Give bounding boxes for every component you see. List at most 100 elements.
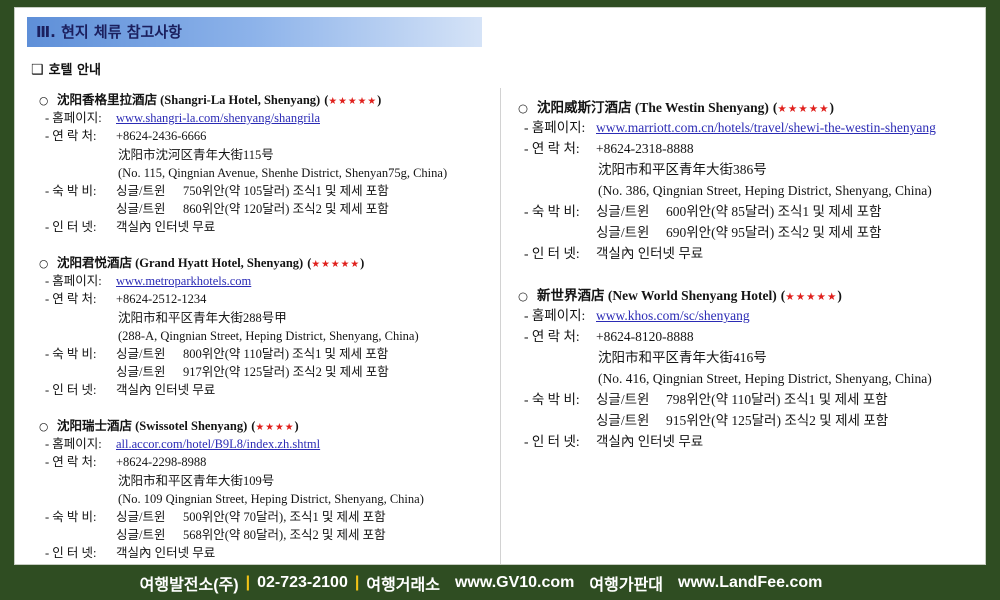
rate-row: 싱글/트윈 917위안(약 125달러) 조식2 및 제세 포함: [39, 363, 419, 381]
internet-row: - 인 터 넷: 객실內 인터넷 무료: [518, 432, 932, 453]
rate-label: - 숙 박 비:: [45, 509, 97, 524]
rate-label: - 숙 박 비:: [524, 391, 580, 407]
homepage-link[interactable]: all.accor.com/hotel/B9L8/index.zh.shtml: [116, 437, 320, 451]
homepage-link[interactable]: www.metroparkhotels.com: [116, 274, 251, 288]
homepage-link[interactable]: www.shangri-la.com/shenyang/shangrila: [116, 111, 320, 125]
rate-row: 싱글/트윈 860위안(약 120달러) 조식2 및 제세 포함: [39, 200, 447, 218]
rate-row: - 숙 박 비: 싱글/트윈 600위안(약 85달러) 조식1 및 제세 포함: [518, 202, 936, 223]
contact-row: - 연 락 처: +8624-2512-1234: [39, 290, 419, 308]
rate-detail: 798위안(약 110달러) 조식1 및 제세 포함: [666, 391, 888, 407]
hotel-name: 沈阳威斯汀酒店 (The Westin Shenyang): [537, 99, 769, 115]
footer-separator: |: [245, 574, 251, 591]
rate-label: - 숙 박 비:: [45, 346, 97, 361]
rating-close-paren: ): [377, 93, 382, 107]
address-english: (288-A, Qingnian Street, Heping District…: [118, 328, 419, 343]
internet-row: - 인 터 넷: 객실內 인터넷 무료: [39, 218, 447, 236]
rate-label: - 숙 박 비:: [524, 203, 580, 219]
address-chinese: 沈阳市和平区青年大街109号: [118, 473, 275, 488]
footer-banner: 여행발전소(주) | 02-723-2100 | 여행거래소 www.GV10.…: [0, 566, 1000, 600]
company-phone: 02-723-2100: [257, 574, 348, 591]
hotel-title-row: ○ 沈阳威斯汀酒店 (The Westin Shenyang) (★★★★★): [518, 98, 936, 119]
phone-number: +8624-2298-8988: [116, 455, 207, 470]
star-rating-icon: ★★★★★: [328, 96, 378, 107]
circle-bullet-icon: ○: [518, 100, 529, 115]
site-name-1: 여행거래소: [366, 577, 440, 594]
hotel-card-swissotel: ○ 沈阳瑞士酒店 (Swissotel Shenyang) (★★★★) - 홈페이…: [39, 417, 424, 563]
internet-row: - 인 터 넷: 객실內 인터넷 무료: [39, 544, 424, 562]
contact-row: - 연 락 처: +8624-2436-6666: [39, 127, 447, 145]
homepage-row: - 홈페이지: all.accor.com/hotel/B9L8/index.zh…: [39, 435, 424, 453]
contact-row: - 연 락 처: +8624-2318-8888: [518, 139, 936, 160]
contact-label: - 연 락 처:: [45, 129, 97, 144]
rate-row: 싱글/트윈 690위안(약 95달러) 조식2 및 제세 포함: [518, 223, 936, 244]
company-name: 여행발전소(주): [139, 577, 239, 594]
hotel-card-shangri-la: ○ 沈阳香格里拉酒店 (Shangri-La Hotel, Shenyang) (★…: [39, 91, 447, 237]
room-type: 싱글/트윈: [116, 365, 166, 380]
homepage-label: - 홈페이지:: [45, 111, 102, 126]
hotel-title-row: ○ 新世界酒店 (New World Shenyang Hotel) (★★★★★): [518, 286, 932, 307]
address-chinese: 沈阳市和平区青年大街288号甲: [118, 310, 287, 325]
rating-close-paren: ): [837, 287, 842, 303]
address-english: (No. 386, Qingnian Street, Heping Distri…: [598, 183, 932, 199]
rate-detail: 500위안(약 70달러), 조식1 및 제세 포함: [183, 509, 386, 524]
hotel-name: 新世界酒店 (New World Shenyang Hotel): [537, 287, 777, 303]
rate-detail: 800위안(약 110달러) 조식1 및 제세 포함: [183, 346, 389, 361]
room-type: 싱글/트윈: [596, 224, 650, 240]
room-type: 싱글/트윈: [596, 391, 650, 407]
hotel-title-row: ○ 沈阳君悦酒店 (Grand Hyatt Hotel, Shenyang) (★★…: [39, 254, 419, 272]
room-type: 싱글/트윈: [116, 202, 166, 217]
phone-number: +8624-8120-8888: [596, 329, 694, 345]
star-rating-icon: ★★★★★: [311, 259, 361, 270]
site-name-2: 여행가판대: [589, 577, 664, 594]
site-url-1: www.GV10.com: [454, 574, 575, 591]
site-url-2: www.LandFee.com: [678, 574, 823, 591]
subsection-heading: ❑ 호텔 안내: [31, 61, 101, 80]
internet-info: 객실內 인터넷 무료: [116, 220, 216, 235]
room-type: 싱글/트윈: [116, 528, 166, 543]
circle-bullet-icon: ○: [39, 420, 49, 433]
star-rating-icon: ★★★★★: [785, 290, 838, 303]
rate-detail: 690위안(약 95달러) 조식2 및 제세 포함: [666, 224, 882, 240]
homepage-label: - 홈페이지:: [524, 120, 586, 136]
circle-bullet-icon: ○: [39, 94, 49, 107]
room-type: 싱글/트윈: [116, 509, 166, 524]
internet-info: 객실內 인터넷 무료: [596, 433, 704, 449]
rate-detail: 568위안(약 80달러), 조식2 및 제세 포함: [183, 528, 386, 543]
rate-detail: 860위안(약 120달러) 조식2 및 제세 포함: [183, 202, 389, 217]
homepage-link[interactable]: www.khos.com/sc/shenyang: [596, 308, 750, 323]
rating-close-paren: ): [360, 256, 365, 270]
shadowed-square-icon: ❑: [31, 62, 44, 78]
room-type: 싱글/트윈: [596, 412, 650, 428]
column-divider: [500, 88, 501, 564]
hotel-title-row: ○ 沈阳瑞士酒店 (Swissotel Shenyang) (★★★★): [39, 417, 424, 435]
address-english: (No. 416, Qingnian Street, Heping Distri…: [598, 371, 932, 387]
page-title: Ⅲ. 현지 체류 참고사항: [36, 23, 182, 41]
address-chinese: 沈阳市和平区青年大街386号: [598, 162, 767, 178]
rate-row: - 숙 박 비: 싱글/트윈 750위안(약 105달러) 조식1 및 제세 포함: [39, 182, 447, 200]
contact-row: - 연 락 처: +8624-8120-8888: [518, 327, 932, 348]
homepage-row: - 홈페이지: www.khos.com/sc/shenyang: [518, 306, 932, 327]
room-type: 싱글/트윈: [596, 203, 650, 219]
homepage-label: - 홈페이지:: [45, 437, 102, 452]
rate-row: 싱글/트윈 915위안(약 125달러) 조식2 및 제세 포함: [518, 411, 932, 432]
homepage-row: - 홈페이지: www.shangri-la.com/shenyang/shang…: [39, 109, 447, 127]
rate-row: 싱글/트윈 568위안(약 80달러), 조식2 및 제세 포함: [39, 526, 424, 544]
star-rating-icon: ★★★★★: [777, 102, 830, 115]
footer-separator: |: [354, 574, 360, 591]
hotel-title-row: ○ 沈阳香格里拉酒店 (Shangri-La Hotel, Shenyang) (★…: [39, 91, 447, 109]
internet-label: - 인 터 넷:: [45, 220, 97, 235]
internet-label: - 인 터 넷:: [524, 245, 580, 261]
homepage-label: - 홈페이지:: [524, 308, 586, 324]
phone-number: +8624-2318-8888: [596, 141, 694, 157]
internet-label: - 인 터 넷:: [524, 433, 580, 449]
internet-info: 객실內 인터넷 무료: [116, 546, 216, 561]
contact-label: - 연 락 처:: [45, 292, 97, 307]
internet-info: 객실內 인터넷 무료: [596, 245, 704, 261]
hotel-name: 沈阳瑞士酒店 (Swissotel Shenyang): [57, 419, 248, 433]
homepage-label: - 홈페이지:: [45, 274, 102, 289]
homepage-link[interactable]: www.marriott.com.cn/hotels/travel/shewi-…: [596, 120, 936, 135]
contact-row: - 연 락 처: +8624-2298-8988: [39, 453, 424, 471]
internet-row: - 인 터 넷: 객실內 인터넷 무료: [518, 244, 936, 265]
rate-row: - 숙 박 비: 싱글/트윈 500위안(약 70달러), 조식1 및 제세 포함: [39, 508, 424, 526]
homepage-row: - 홈페이지: www.marriott.com.cn/hotels/travel…: [518, 118, 936, 139]
